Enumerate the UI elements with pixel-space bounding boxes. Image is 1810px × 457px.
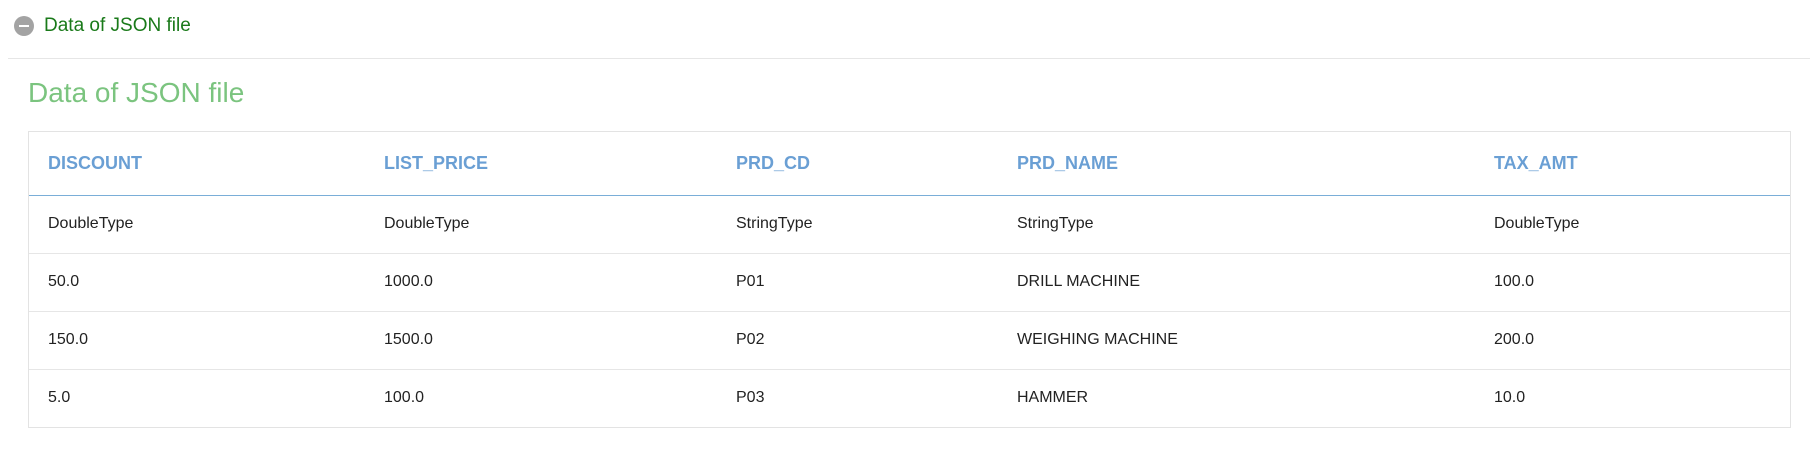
data-table: DISCOUNT LIST_PRICE PRD_CD PRD_NAME TAX_…	[29, 132, 1790, 427]
collapse-toggle-label[interactable]: Data of JSON file	[44, 16, 191, 36]
column-header-tax-amt: TAX_AMT	[1475, 132, 1790, 196]
minus-circle-icon[interactable]	[14, 16, 34, 36]
table-cell: WEIGHING MACHINE	[998, 310, 1475, 369]
type-row: DoubleType DoubleType StringType StringT…	[29, 195, 1790, 253]
type-cell: StringType	[1017, 215, 1094, 232]
table-cell: 150.0	[29, 310, 365, 369]
type-cell: DoubleType	[384, 215, 470, 232]
table-row: 150.0 1500.0 P02 WEIGHING MACHINE 200.0	[29, 310, 1790, 369]
table-cell: P02	[717, 310, 998, 369]
table-cell: 10.0	[1475, 368, 1790, 427]
table-row: 5.0 100.0 P03 HAMMER 10.0	[29, 368, 1790, 427]
table-cell: 200.0	[1475, 310, 1790, 369]
data-table-container: DISCOUNT LIST_PRICE PRD_CD PRD_NAME TAX_…	[28, 131, 1791, 428]
collapse-toggle-button[interactable]: Data of JSON file	[14, 16, 191, 36]
table-cell: 5.0	[29, 368, 365, 427]
column-header-discount: DISCOUNT	[29, 132, 365, 196]
table-cell: HAMMER	[998, 368, 1475, 427]
type-cell: StringType	[736, 215, 813, 232]
table-cell: 50.0	[29, 252, 365, 311]
table-cell: P03	[717, 368, 998, 427]
section-title: Data of JSON file	[28, 77, 245, 108]
column-header-prd-name: PRD_NAME	[998, 132, 1475, 196]
table-cell: 100.0	[1475, 252, 1790, 311]
column-header-prd-cd: PRD_CD	[717, 132, 998, 196]
table-cell: 1000.0	[365, 252, 717, 311]
table-cell: P01	[717, 252, 998, 311]
type-cell: DoubleType	[1494, 215, 1580, 232]
table-row: 50.0 1000.0 P01 DRILL MACHINE 100.0	[29, 252, 1790, 311]
table-cell: 1500.0	[365, 310, 717, 369]
table-cell: DRILL MACHINE	[998, 252, 1475, 311]
column-header-list-price: LIST_PRICE	[365, 132, 717, 196]
type-cell: DoubleType	[48, 215, 134, 232]
table-header-row: DISCOUNT LIST_PRICE PRD_CD PRD_NAME TAX_…	[29, 132, 1790, 196]
panel-header: Data of JSON file	[8, 0, 1810, 59]
table-cell: 100.0	[365, 368, 717, 427]
